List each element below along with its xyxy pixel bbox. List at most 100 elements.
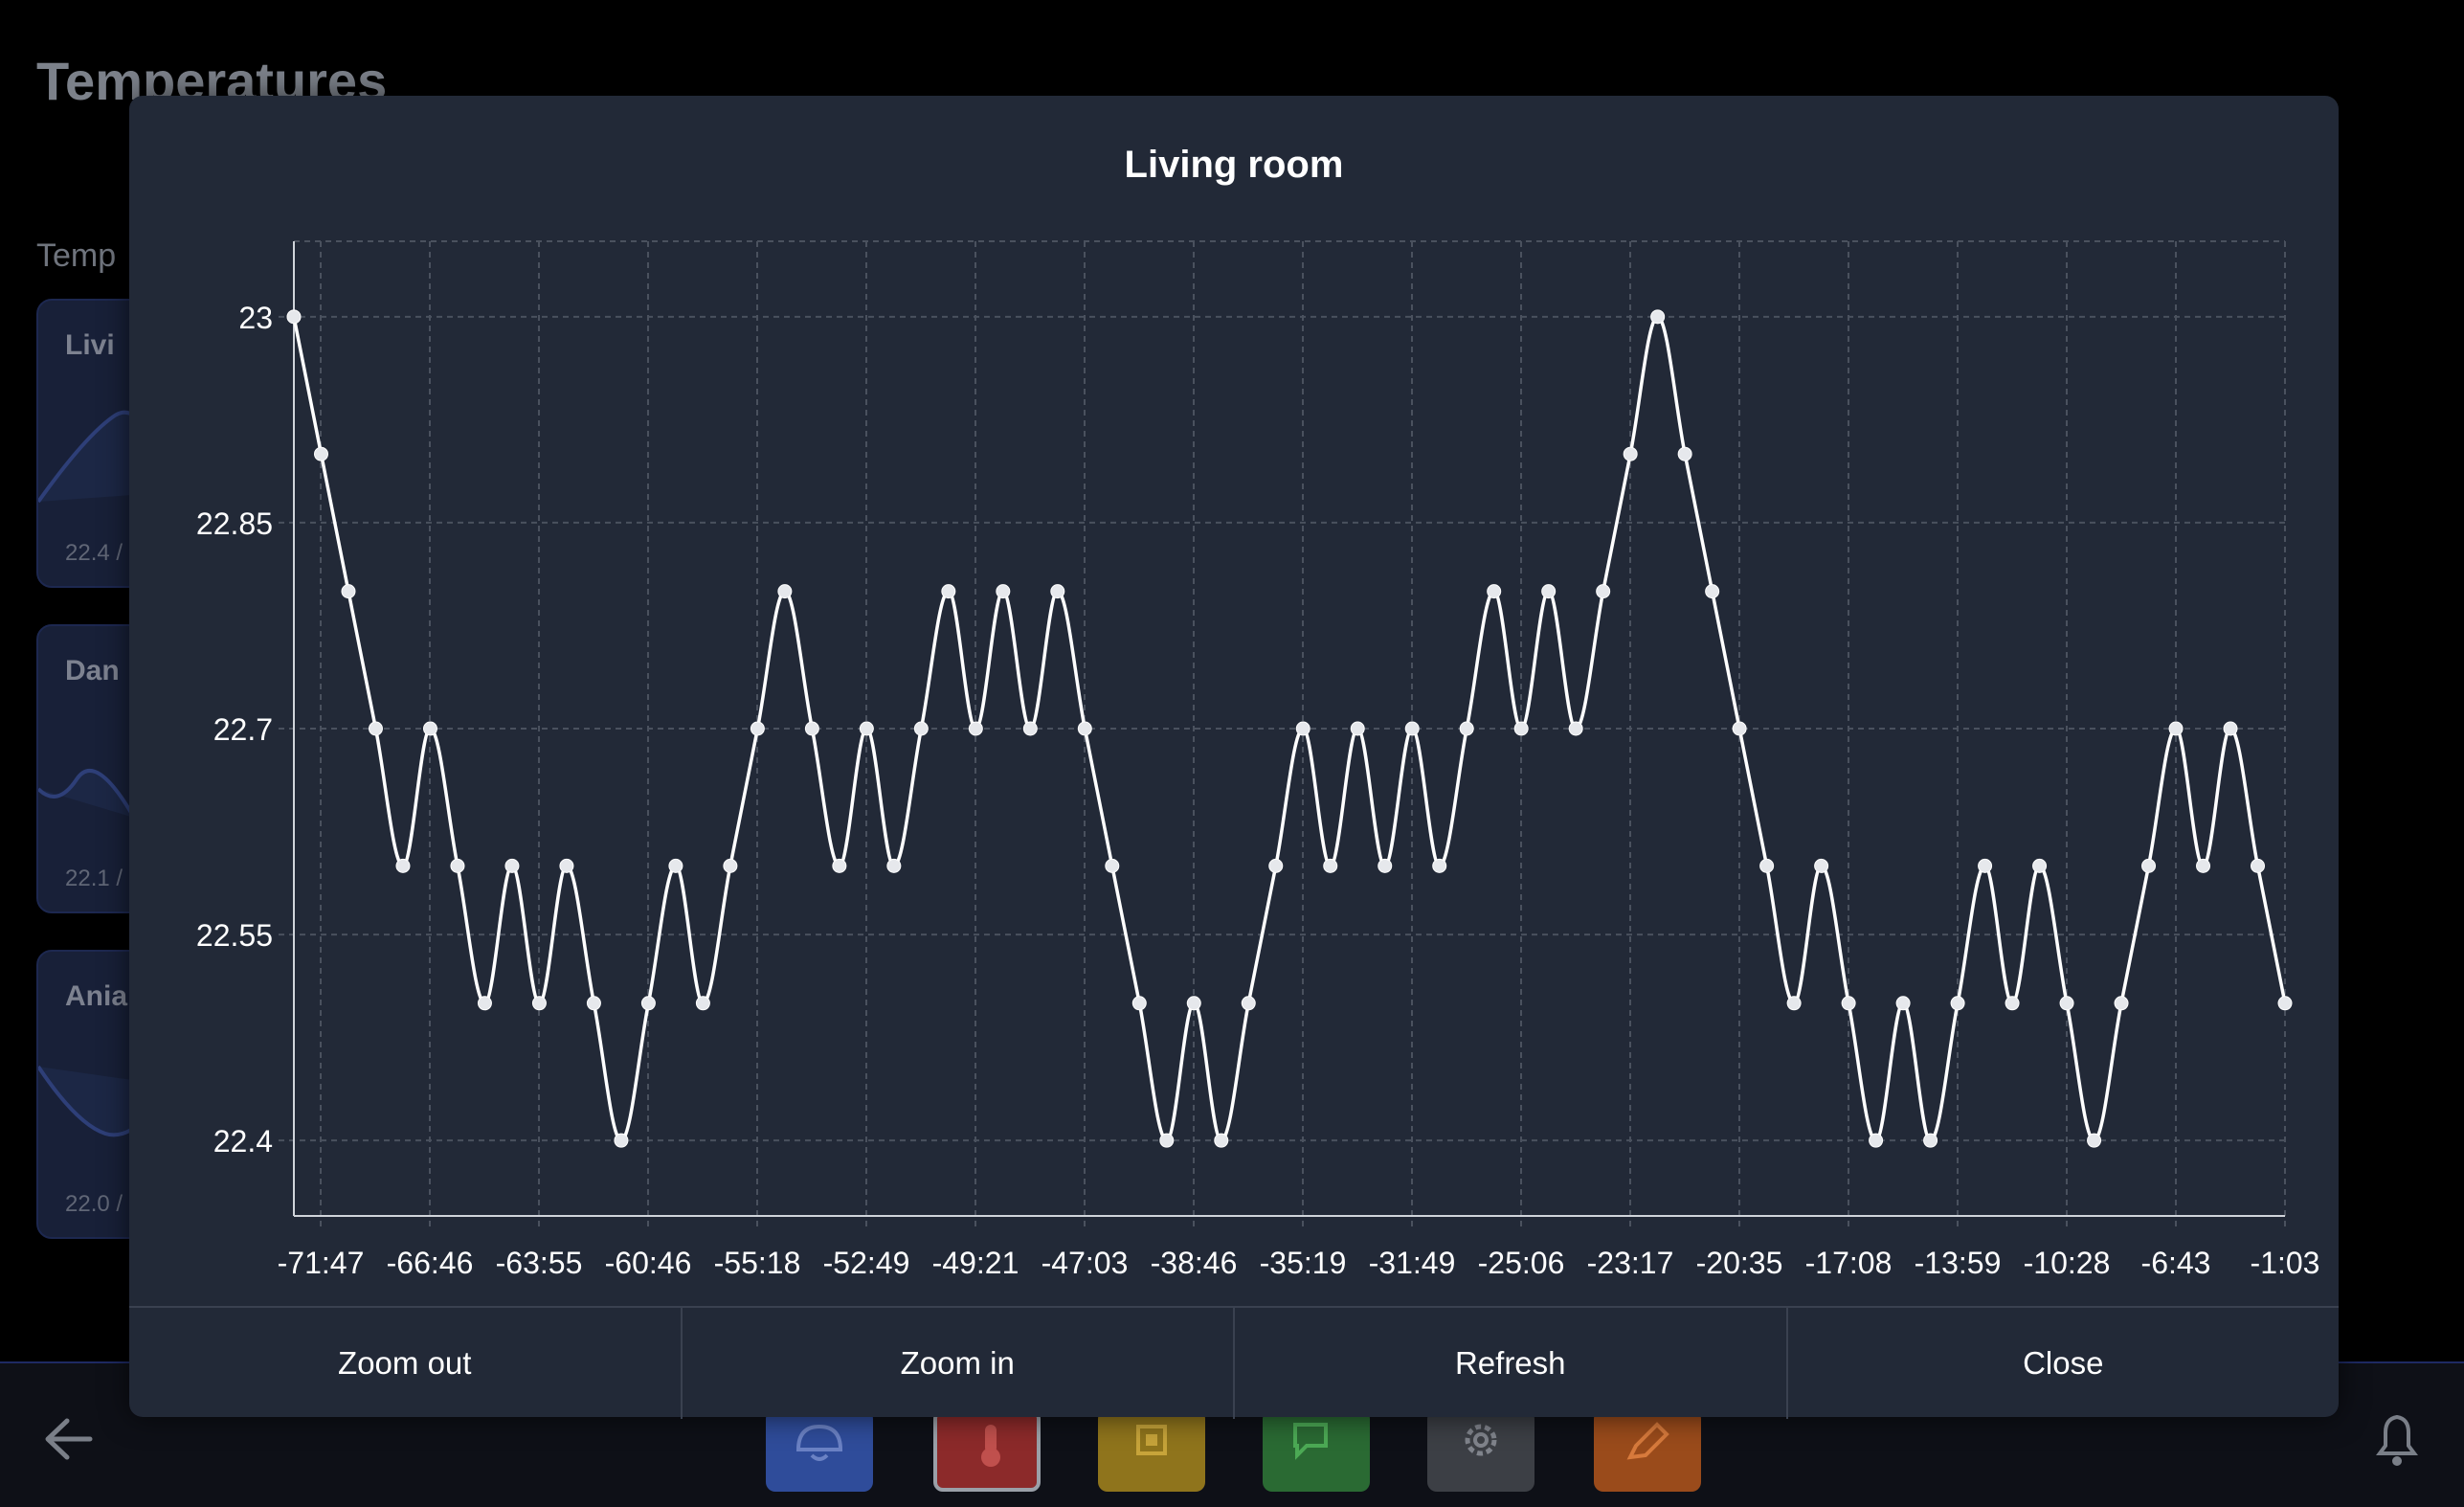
data-point xyxy=(368,721,383,736)
dialog-footer: Zoom out Zoom in Refresh Close xyxy=(129,1306,2339,1419)
nav-thermometer-button[interactable] xyxy=(933,1409,1041,1492)
data-point xyxy=(1432,858,1447,873)
section-label: Temp xyxy=(36,237,117,274)
data-point xyxy=(477,996,492,1011)
data-point xyxy=(531,996,547,1011)
data-point xyxy=(504,858,520,873)
data-point xyxy=(1677,446,1692,461)
card-value: 22.0 / xyxy=(65,1191,123,1217)
data-point xyxy=(1295,721,1310,736)
data-point xyxy=(2277,996,2293,1011)
data-point xyxy=(1895,996,1911,1011)
zoom-out-button[interactable]: Zoom out xyxy=(129,1308,681,1419)
data-point xyxy=(1869,1133,1884,1148)
card-title: Ania xyxy=(65,980,128,1012)
temperature-line-chart: 22.4 22.55 22.7 22.85 23 -71:47 -66:46 -63:55 -6… xyxy=(196,240,2320,1280)
data-point xyxy=(913,721,929,736)
data-point xyxy=(1759,858,1775,873)
thermometer-icon xyxy=(981,1425,1000,1467)
data-point xyxy=(1159,1133,1175,1148)
data-point xyxy=(1487,584,1502,599)
refresh-button[interactable]: Refresh xyxy=(1233,1308,1786,1419)
zoom-in-button[interactable]: Zoom in xyxy=(680,1308,1234,1419)
data-point xyxy=(1105,858,1120,873)
data-point xyxy=(996,584,1011,599)
data-point xyxy=(2005,996,2020,1011)
data-point xyxy=(886,858,902,873)
data-point xyxy=(723,858,738,873)
x-tick-label: -31:49 xyxy=(1369,1246,1456,1280)
bell-icon[interactable] xyxy=(2370,1409,2424,1475)
y-tick-label: 22.85 xyxy=(196,506,273,541)
card-title: Livi xyxy=(65,329,115,361)
chart-dialog: Living room 22.4 22.55 22.7 22.85 23 -71:47 -6… xyxy=(129,96,2339,1419)
data-point xyxy=(1950,996,1965,1011)
back-arrow-icon[interactable] xyxy=(42,1415,96,1468)
data-point xyxy=(2196,858,2211,873)
x-tick-label: -66:46 xyxy=(387,1246,474,1280)
data-point xyxy=(450,858,465,873)
data-point xyxy=(750,721,765,736)
alarm-icon xyxy=(795,1424,843,1461)
y-tick-label: 23 xyxy=(238,301,273,335)
card-value: 22.4 / xyxy=(65,540,123,566)
data-point xyxy=(1131,996,1147,1011)
nav-alarm-button[interactable] xyxy=(766,1409,873,1492)
card-title: Dan xyxy=(65,655,120,686)
data-point xyxy=(1568,721,1583,736)
data-point xyxy=(1050,584,1065,599)
x-tick-label: -10:28 xyxy=(2024,1246,2111,1280)
x-tick-label: -60:46 xyxy=(605,1246,692,1280)
data-point xyxy=(341,584,356,599)
data-point xyxy=(422,721,437,736)
data-point xyxy=(968,721,983,736)
data-point xyxy=(1705,584,1720,599)
x-tick-label: -38:46 xyxy=(1151,1246,1238,1280)
x-tick-label: -20:35 xyxy=(1696,1246,1783,1280)
data-point xyxy=(1404,721,1420,736)
nav-settings-button[interactable] xyxy=(1427,1409,1534,1492)
x-tick-label: -52:49 xyxy=(823,1246,910,1280)
pen-icon xyxy=(1626,1422,1669,1460)
x-tick-label: -71:47 xyxy=(278,1246,365,1280)
data-point xyxy=(2223,721,2238,736)
data-point xyxy=(1077,721,1092,736)
nav-chat-button[interactable] xyxy=(1263,1409,1370,1492)
y-tick-label: 22.7 xyxy=(213,712,273,747)
data-point xyxy=(1513,721,1529,736)
data-point xyxy=(559,858,574,873)
x-tick-label: -35:19 xyxy=(1260,1246,1347,1280)
data-point xyxy=(1623,446,1638,461)
gear-icon xyxy=(1465,1424,1497,1456)
data-point xyxy=(1978,858,1993,873)
data-point xyxy=(2141,858,2157,873)
x-tick-label: -17:08 xyxy=(1805,1246,1893,1280)
x-tick-label: -47:03 xyxy=(1042,1246,1129,1280)
data-point xyxy=(1459,721,1474,736)
x-tick-label: -1:03 xyxy=(2251,1246,2320,1280)
data-point xyxy=(1814,858,1829,873)
nav-pen-button[interactable] xyxy=(1594,1409,1701,1492)
data-point xyxy=(832,858,847,873)
data-point xyxy=(1241,996,1256,1011)
close-button[interactable]: Close xyxy=(1785,1308,2340,1419)
data-point xyxy=(1923,1133,1938,1148)
x-tick-label: -13:59 xyxy=(1915,1246,2002,1280)
chip-icon xyxy=(1136,1425,1167,1455)
data-point xyxy=(695,996,710,1011)
data-point xyxy=(1650,309,1666,325)
data-point xyxy=(395,858,411,873)
data-point xyxy=(586,996,601,1011)
data-point xyxy=(2168,721,2184,736)
x-tick-label: -55:18 xyxy=(714,1246,801,1280)
card-value: 22.1 / xyxy=(65,866,123,891)
data-point xyxy=(2032,858,2048,873)
data-point xyxy=(1214,1133,1229,1148)
data-point xyxy=(313,446,328,461)
data-point xyxy=(777,584,793,599)
data-point xyxy=(1732,721,1747,736)
data-point xyxy=(1541,584,1557,599)
data-point xyxy=(614,1133,629,1148)
data-point xyxy=(859,721,874,736)
nav-chip-button[interactable] xyxy=(1098,1409,1205,1492)
